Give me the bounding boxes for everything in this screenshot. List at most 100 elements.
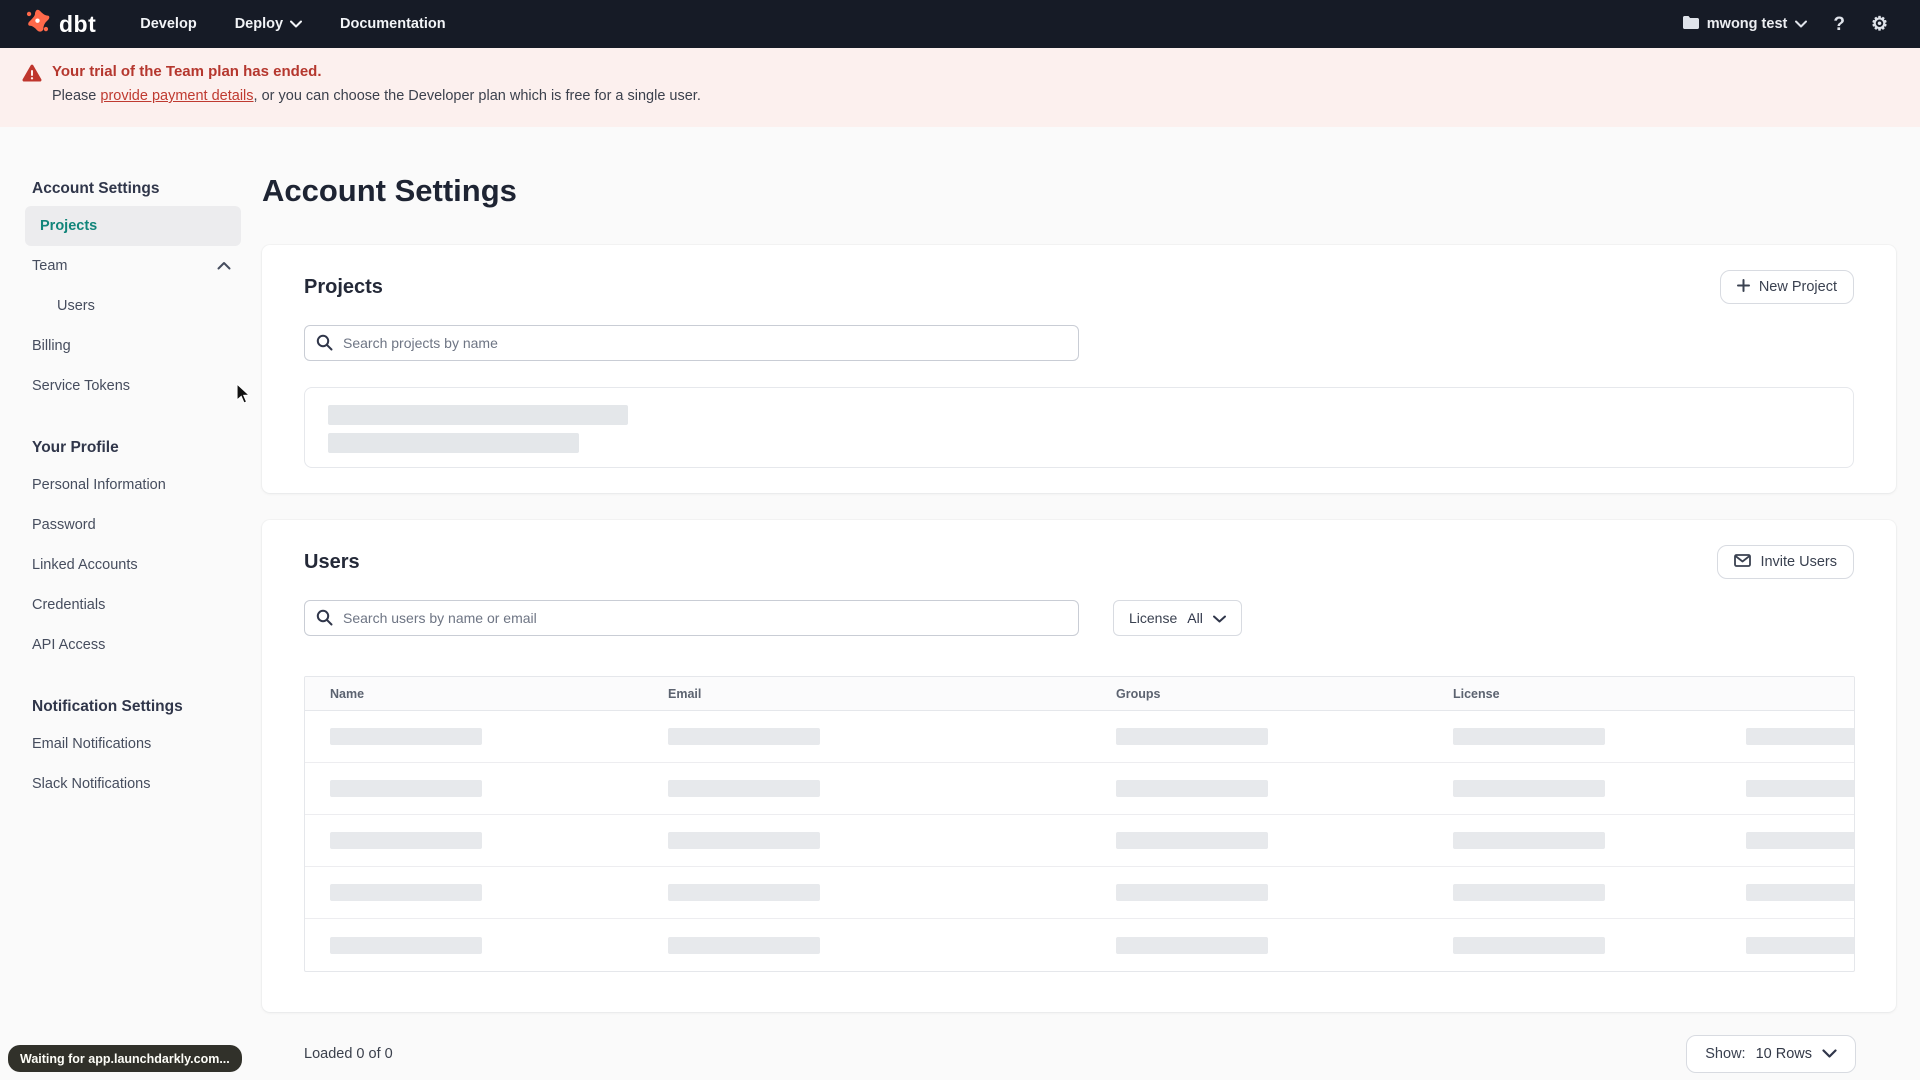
sidebar-item-billing[interactable]: Billing xyxy=(25,326,241,366)
skeleton-bar xyxy=(668,936,820,954)
nav-item-develop[interactable]: Develop xyxy=(140,16,196,32)
new-project-button[interactable]: New Project xyxy=(1719,270,1854,304)
table-cell xyxy=(643,832,1091,849)
table-cell xyxy=(643,884,1091,901)
invite-users-button[interactable]: Invite Users xyxy=(1717,545,1854,579)
skeleton-bar xyxy=(1453,728,1605,745)
skeleton-bar xyxy=(668,832,820,849)
sidebar-item-personal-information[interactable]: Personal Information xyxy=(25,465,241,505)
sidebar-item-users[interactable]: Users xyxy=(25,286,241,326)
account-name: mwong test xyxy=(1706,16,1788,32)
users-table-skeleton-row xyxy=(305,919,1854,971)
table-cell xyxy=(305,780,643,797)
skeleton-bar xyxy=(668,728,820,745)
banner-title: Your trial of the Team plan has ended. xyxy=(52,63,322,80)
table-cell xyxy=(1721,780,1854,797)
sidebar-item-api-access[interactable]: API Access xyxy=(25,625,241,665)
skeleton-bar xyxy=(1453,884,1605,901)
table-cell xyxy=(1091,832,1428,849)
trial-ended-banner: Your trial of the Team plan has ended. P… xyxy=(0,48,1920,127)
envelope-icon xyxy=(1734,553,1752,571)
table-cell xyxy=(1091,780,1428,797)
help-icon[interactable]: ? xyxy=(1833,15,1845,34)
skeleton-bar xyxy=(1746,832,1854,849)
users-card-title: Users xyxy=(304,550,360,573)
account-switcher[interactable]: mwong test xyxy=(1682,15,1808,34)
chevron-down-icon xyxy=(290,16,303,32)
nav-item-deploy[interactable]: Deploy xyxy=(235,16,303,32)
skeleton-bar xyxy=(330,780,482,797)
sidebar-heading-notification-settings: Notification Settings xyxy=(32,698,183,715)
sidebar-item-projects[interactable]: Projects xyxy=(25,206,241,246)
settings-gear-icon[interactable]: ⚙ xyxy=(1871,15,1888,34)
sidebar-heading-your-profile: Your Profile xyxy=(32,439,119,456)
dbt-logo[interactable]: dbt xyxy=(24,8,96,40)
table-cell xyxy=(1091,728,1428,745)
skeleton-bar xyxy=(330,884,482,901)
plus-icon xyxy=(1736,278,1750,296)
table-cell xyxy=(1091,884,1428,901)
skeleton-bar xyxy=(668,780,820,797)
users-table-footer: Loaded 0 of 0 Show: 10 Rows xyxy=(262,1035,1896,1073)
users-table-skeleton-row xyxy=(305,867,1854,919)
nav-item-documentation[interactable]: Documentation xyxy=(340,16,446,32)
skeleton-bar xyxy=(1746,780,1854,797)
skeleton-bar xyxy=(1116,832,1268,849)
sidebar-heading-account-settings: Account Settings xyxy=(32,180,160,197)
skeleton-bar xyxy=(1746,884,1854,901)
sidebar-item-password[interactable]: Password xyxy=(25,505,241,545)
sidebar-item-credentials[interactable]: Credentials xyxy=(25,585,241,625)
table-cell xyxy=(1721,884,1854,901)
sidebar-item-email-notifications[interactable]: Email Notifications xyxy=(25,724,241,764)
sidebar-item-slack-notifications[interactable]: Slack Notifications xyxy=(25,764,241,804)
banner-body: Please provide payment details, or you c… xyxy=(52,88,701,104)
skeleton-bar xyxy=(1116,780,1268,797)
sidebar-item-service-tokens[interactable]: Service Tokens xyxy=(25,366,241,406)
users-table-body xyxy=(305,711,1854,971)
skeleton-bar xyxy=(1116,884,1268,901)
users-search-input[interactable] xyxy=(304,600,1079,636)
skeleton-bar xyxy=(328,433,579,453)
table-cell xyxy=(1428,832,1721,849)
table-cell xyxy=(1428,728,1721,745)
primary-nav: Develop Deploy Documentation xyxy=(140,16,445,32)
skeleton-bar xyxy=(1453,832,1605,849)
sidebar-item-linked-accounts[interactable]: Linked Accounts xyxy=(25,545,241,585)
column-header-email: Email xyxy=(668,686,702,701)
browser-status-toast: Waiting for app.launchdarkly.com... xyxy=(8,1045,242,1072)
table-cell xyxy=(1091,936,1428,954)
skeleton-bar xyxy=(330,728,482,745)
table-cell xyxy=(305,936,643,954)
provide-payment-details-link[interactable]: provide payment details xyxy=(100,88,253,104)
loaded-count-text: Loaded 0 of 0 xyxy=(304,1046,393,1062)
projects-card: Projects New Project xyxy=(262,245,1896,493)
users-table-skeleton-row xyxy=(305,815,1854,867)
table-cell xyxy=(643,728,1091,745)
chevron-down-icon xyxy=(1795,16,1808,32)
skeleton-bar xyxy=(1746,936,1854,954)
projects-card-title: Projects xyxy=(304,275,383,298)
top-navbar: dbt Develop Deploy Documentation mwong t… xyxy=(0,0,1920,48)
main-content: Account Settings Projects New Project Se… xyxy=(262,127,1896,1073)
skeleton-bar xyxy=(330,832,482,849)
column-header-name: Name xyxy=(330,686,365,701)
chevron-up-icon xyxy=(217,258,231,274)
sidebar-item-team[interactable]: Team xyxy=(25,246,241,286)
license-filter-dropdown[interactable]: License All xyxy=(1113,600,1242,636)
warning-triangle-icon xyxy=(22,64,42,127)
skeleton-bar xyxy=(1453,936,1605,954)
table-cell xyxy=(1428,936,1721,954)
rows-per-page-dropdown[interactable]: Show: 10 Rows xyxy=(1686,1035,1856,1073)
search-icon xyxy=(316,334,333,356)
search-icon xyxy=(316,609,333,631)
table-cell xyxy=(305,832,643,849)
table-cell xyxy=(1428,780,1721,797)
table-cell xyxy=(305,728,643,745)
table-cell xyxy=(1721,728,1854,745)
dbt-logo-text: dbt xyxy=(59,10,97,37)
column-header-groups: Groups xyxy=(1116,686,1161,701)
column-header-license: License xyxy=(1453,686,1500,701)
table-cell xyxy=(305,884,643,901)
skeleton-bar xyxy=(328,405,628,425)
projects-search-input[interactable] xyxy=(304,325,1079,361)
